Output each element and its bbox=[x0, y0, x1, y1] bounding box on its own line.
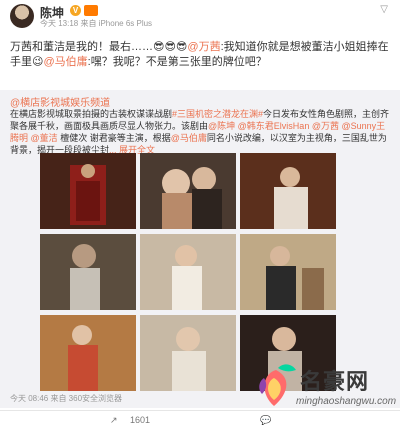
watermark-name: 名豪网 bbox=[300, 369, 370, 394]
photo-thumbnail[interactable] bbox=[240, 234, 336, 310]
post-header: 陈坤 V 今天 13:18 来自 iPhone 6s Plus ▽ bbox=[10, 4, 390, 32]
mention-link[interactable]: @万茜 bbox=[312, 121, 339, 131]
photo-thumbnail[interactable] bbox=[40, 153, 136, 229]
photo-thumbnail[interactable] bbox=[140, 234, 236, 310]
repost-time-device: 今天 08:46 来自 360安全浏览器 bbox=[10, 394, 123, 403]
watermark-logo-icon bbox=[259, 364, 296, 406]
chevron-down-icon[interactable]: ▽ bbox=[380, 4, 388, 15]
photo-thumbnail[interactable] bbox=[240, 153, 336, 229]
mention-link[interactable]: @董洁 bbox=[31, 133, 58, 143]
photo-thumbnail[interactable] bbox=[140, 153, 236, 229]
repost-text-1: 在横店影视城取景拍摄的古装权谋谍战剧 bbox=[10, 109, 173, 119]
post-time-device: 今天 13:18 来自 iPhone 6s Plus bbox=[40, 19, 153, 28]
mention-link[interactable]: @马伯庸 bbox=[171, 133, 207, 143]
photo-grid bbox=[40, 153, 340, 395]
repost-source[interactable]: @横店影视城娱乐频道 bbox=[10, 94, 110, 109]
topic-link[interactable]: #三国机密之潜龙在渊# bbox=[172, 109, 263, 119]
watermark: 名豪网 minghaoshangwu.com bbox=[256, 360, 398, 416]
mention-link[interactable]: @陈坤 bbox=[208, 121, 235, 131]
comment-icon[interactable]: 💬 bbox=[260, 415, 271, 426]
mention-link[interactable]: @马伯庸 bbox=[43, 56, 87, 68]
repost-text-3: 檀健次 谢君豪等主演，根据 bbox=[60, 133, 171, 143]
photo-thumbnail[interactable] bbox=[140, 315, 236, 391]
emoji-sunglasses: 😎😎😎 bbox=[153, 41, 188, 53]
photo-thumbnail[interactable] bbox=[40, 234, 136, 310]
v-badge-icon: V bbox=[70, 5, 81, 16]
post-text: 万茜和董洁是我的！最右……😎😎😎@万茜:我知道你就是想被董洁小姐姐捧在手里😉@马… bbox=[10, 41, 389, 68]
share-count[interactable]: 1601 bbox=[130, 415, 150, 425]
photo-thumbnail[interactable] bbox=[40, 315, 136, 391]
mention-link[interactable]: @韩东君ElvisHan bbox=[238, 121, 310, 131]
share-icon[interactable]: ↗ bbox=[110, 415, 118, 426]
avatar[interactable] bbox=[10, 4, 34, 28]
mention-link[interactable]: @万茜 bbox=[187, 41, 220, 53]
watermark-url: minghaoshangwu.com bbox=[296, 396, 397, 407]
post-text-3: :嘿？我呢？不是第三张里的牌位吧？ bbox=[87, 56, 267, 68]
repost-text: 在横店影视城取景拍摄的古装权谋谍战剧#三国机密之潜龙在渊#今日发布女性角色剧照，… bbox=[10, 108, 392, 156]
post-text-1: 万茜和董洁是我的！最右…… bbox=[10, 41, 153, 53]
rank-badge bbox=[84, 5, 98, 16]
